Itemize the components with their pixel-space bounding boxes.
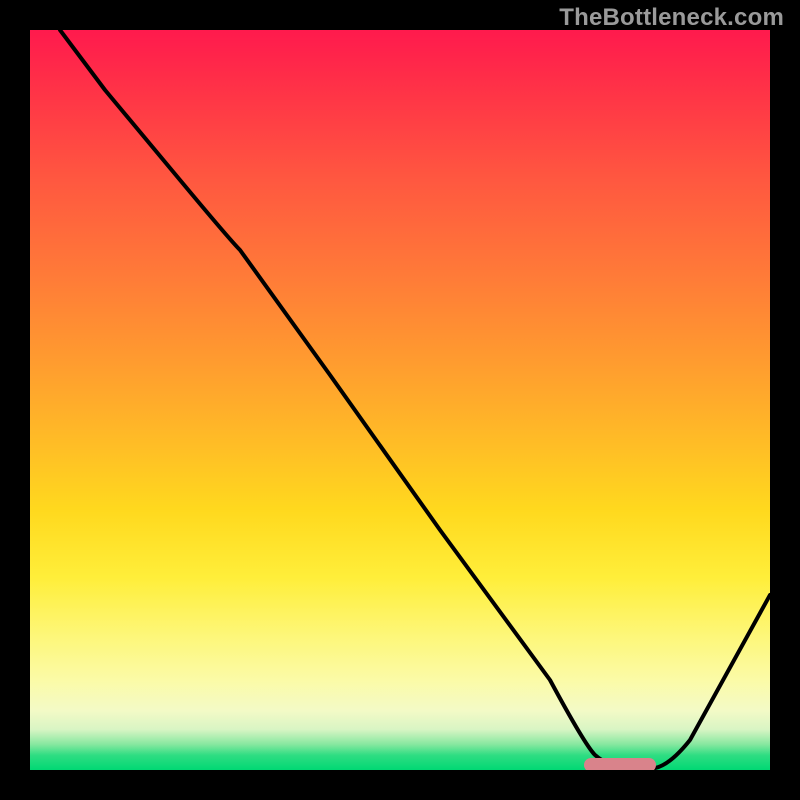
chart-container: TheBottleneck.com xyxy=(0,0,800,800)
curve-path xyxy=(60,30,770,768)
plot-area xyxy=(30,30,770,770)
watermark-text: TheBottleneck.com xyxy=(559,4,784,32)
bottleneck-curve xyxy=(30,30,770,770)
optimal-range-marker xyxy=(584,758,656,770)
